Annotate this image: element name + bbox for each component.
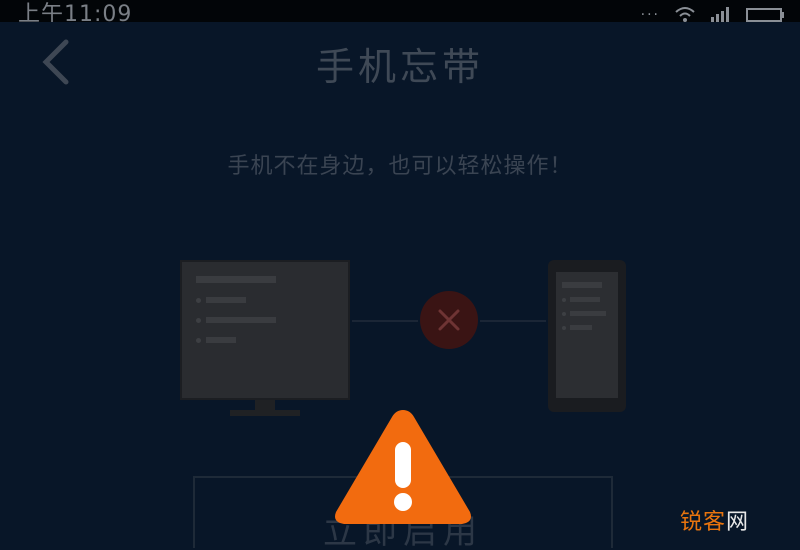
signal-icon <box>711 7 729 22</box>
placeholder-line <box>196 276 276 283</box>
watermark-part2: 网 <box>726 510 750 535</box>
close-icon <box>438 309 460 331</box>
monitor-base <box>230 410 300 416</box>
placeholder-line <box>206 317 276 323</box>
placeholder-dot <box>562 312 566 316</box>
placeholder-dot <box>196 318 201 323</box>
placeholder-line <box>570 297 600 302</box>
placeholder-dot <box>196 298 201 303</box>
page-title: 手机忘带 <box>315 45 484 89</box>
monitor-illustration <box>180 260 350 400</box>
disconnected-icon <box>420 291 478 349</box>
placeholder-dot <box>562 298 566 302</box>
phone-screen <box>556 272 618 398</box>
watermark-part1: 锐客 <box>680 510 727 535</box>
status-bar: 上午11:09 ··· <box>0 0 800 27</box>
warning-icon <box>335 410 471 524</box>
placeholder-line <box>562 282 602 288</box>
placeholder-line <box>570 311 606 316</box>
connector-line <box>480 320 546 322</box>
watermark: 锐客网 <box>680 504 749 536</box>
connector-line <box>352 320 418 322</box>
placeholder-line <box>570 325 592 330</box>
battery-icon <box>746 8 784 22</box>
placeholder-line <box>206 297 246 303</box>
monitor-neck <box>255 400 275 410</box>
placeholder-dot <box>196 338 201 343</box>
status-icons: ··· <box>641 0 786 22</box>
wifi-icon <box>675 7 695 22</box>
placeholder-line <box>206 337 236 343</box>
more-icon: ··· <box>640 7 660 23</box>
placeholder-dot <box>562 326 566 330</box>
subtitle: 手机不在身边，也可以轻松操作！ <box>227 154 573 179</box>
